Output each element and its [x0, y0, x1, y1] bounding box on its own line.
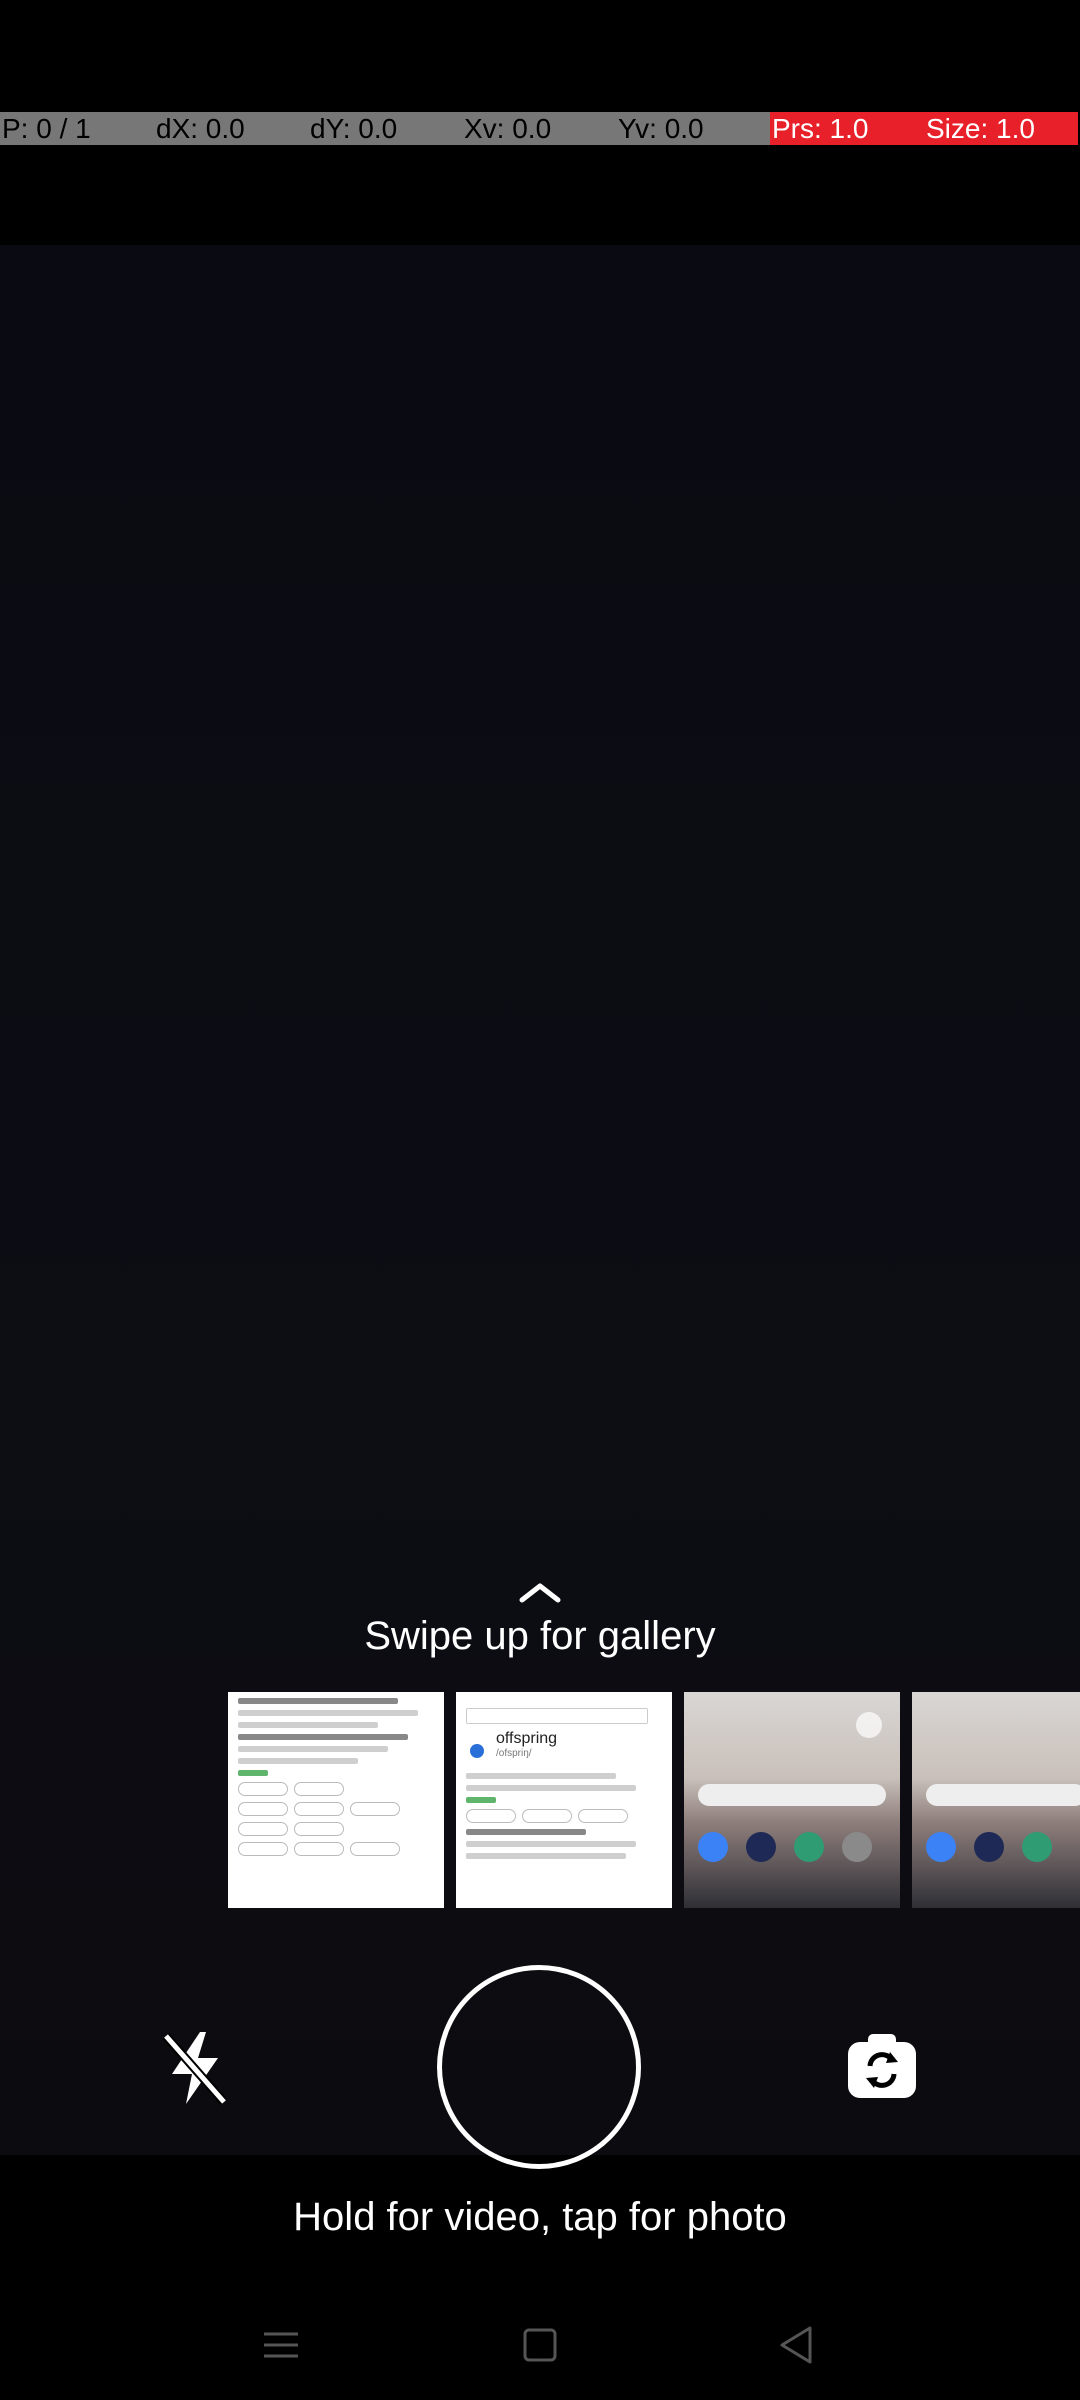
pointer-xv: Xv: 0.0 [462, 112, 616, 145]
gallery-thumbnail[interactable] [912, 1692, 1080, 1908]
back-icon[interactable] [770, 2318, 824, 2372]
pointer-pressure: Prs: 1.0 [770, 112, 924, 145]
home-icon[interactable] [513, 2318, 567, 2372]
menu-icon[interactable] [254, 2318, 308, 2372]
gallery-thumbnail-strip[interactable]: offspring /ofspriŋ/ [228, 1692, 1080, 1908]
speaker-icon [470, 1744, 484, 1758]
capture-hint-text: Hold for video, tap for photo [293, 2195, 787, 2239]
search-bar-graphic [698, 1784, 886, 1806]
pointer-dy: dY: 0.0 [308, 112, 462, 145]
chevron-up-icon [519, 1583, 561, 1603]
gallery-thumbnail[interactable] [684, 1692, 900, 1908]
swipe-up-hint[interactable]: Swipe up for gallery [0, 1580, 1080, 1659]
pointer-count: P: 0 / 1 [0, 112, 154, 145]
pointer-yv: Yv: 0.0 [616, 112, 770, 145]
gear-icon [856, 1712, 882, 1738]
swipe-hint-text: Swipe up for gallery [364, 1614, 716, 1658]
pointer-location-bar: P: 0 / 1 dX: 0.0 dY: 0.0 Xv: 0.0 Yv: 0.0… [0, 112, 1080, 145]
navigation-bar [0, 2290, 1080, 2400]
shutter-button[interactable] [437, 1965, 641, 2169]
thumbnail-phonetic: /ofspriŋ/ [496, 1748, 532, 1759]
gallery-thumbnail[interactable]: offspring /ofspriŋ/ [456, 1692, 672, 1908]
pointer-size: Size: 1.0 [924, 112, 1078, 145]
thumbnail-word: offspring [496, 1730, 558, 1747]
camera-flip-icon[interactable] [846, 2030, 918, 2102]
gallery-thumbnail[interactable] [228, 1692, 444, 1908]
flash-off-icon[interactable] [160, 2030, 230, 2106]
search-bar-graphic [926, 1784, 1080, 1806]
pointer-dx: dX: 0.0 [154, 112, 308, 145]
